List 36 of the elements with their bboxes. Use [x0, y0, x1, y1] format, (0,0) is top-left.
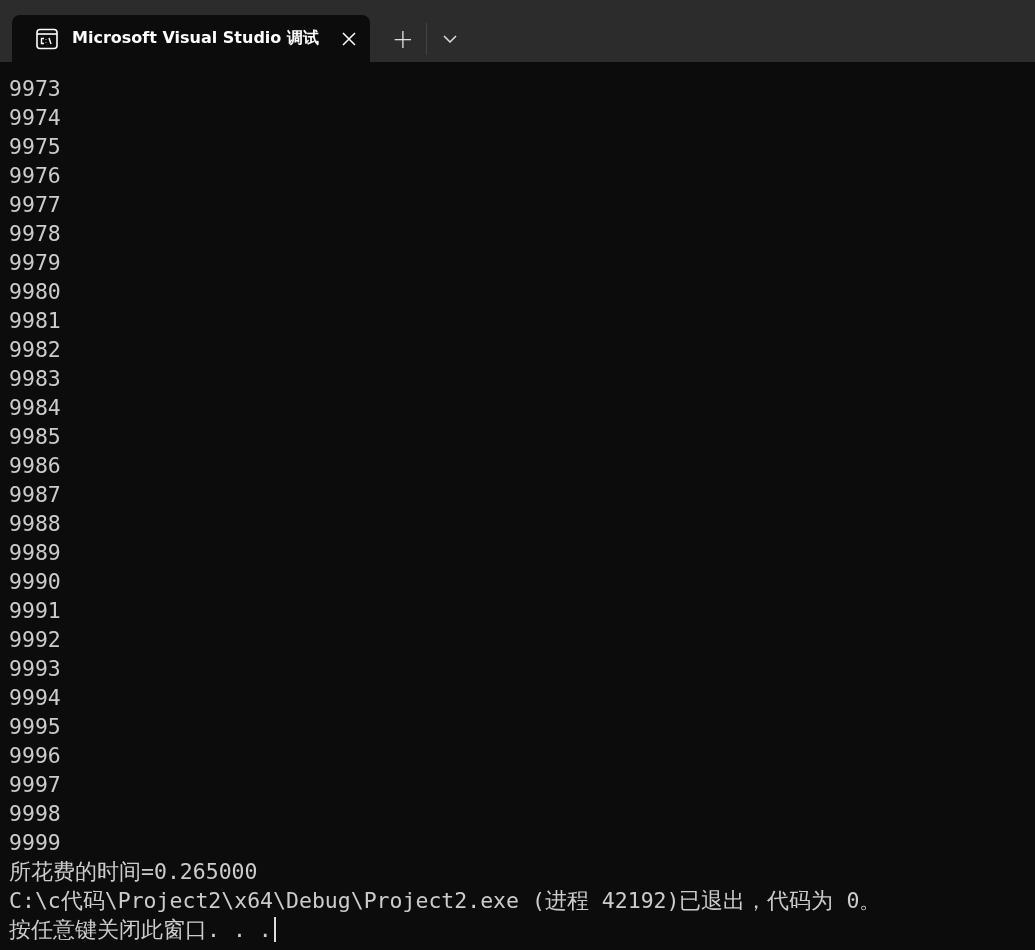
- console-line: 9990: [9, 568, 61, 596]
- console-line: 9982: [9, 336, 61, 364]
- chevron-down-icon[interactable]: [443, 34, 457, 43]
- console-line: 9994: [9, 684, 61, 712]
- tab-title: Microsoft Visual Studio 调试: [72, 28, 320, 49]
- console-line: 9978: [9, 220, 61, 248]
- console-line: 9991: [9, 597, 61, 625]
- console-line: 9989: [9, 539, 61, 567]
- console-line: 所花费的时间=0.265000: [9, 858, 258, 886]
- console-line: 9996: [9, 742, 61, 770]
- terminal-tab[interactable]: Microsoft Visual Studio 调试: [12, 15, 370, 62]
- console-line: 9980: [9, 278, 61, 306]
- console-line: 按任意键关闭此窗口. . .: [9, 916, 272, 944]
- close-icon[interactable]: [342, 31, 356, 46]
- console-line: 9979: [9, 249, 61, 277]
- console-icon: [36, 27, 58, 50]
- console-line: 9975: [9, 133, 61, 161]
- console-line: 9976: [9, 162, 61, 190]
- console-line: 9984: [9, 394, 61, 422]
- console-line: 9987: [9, 481, 61, 509]
- console-line: 9998: [9, 800, 61, 828]
- new-tab-button[interactable]: +: [386, 21, 420, 56]
- console-line: 9995: [9, 713, 61, 741]
- console-line: 9983: [9, 365, 61, 393]
- console-line: 9992: [9, 626, 61, 654]
- console-line: 9986: [9, 452, 61, 480]
- console-line: 9977: [9, 191, 61, 219]
- console-line: 9981: [9, 307, 61, 335]
- console-line: 9993: [9, 655, 61, 683]
- console-line: 9973: [9, 75, 61, 103]
- console-line: 9999: [9, 829, 61, 857]
- console-line: 9988: [9, 510, 61, 538]
- console-line: 9974: [9, 104, 61, 132]
- console-line: 9997: [9, 771, 61, 799]
- console-line: 9985: [9, 423, 61, 451]
- console-line: C:\c代码\Project2\x64\Debug\Project2.exe (进程 42192)已退出，代码为 0。: [9, 887, 882, 915]
